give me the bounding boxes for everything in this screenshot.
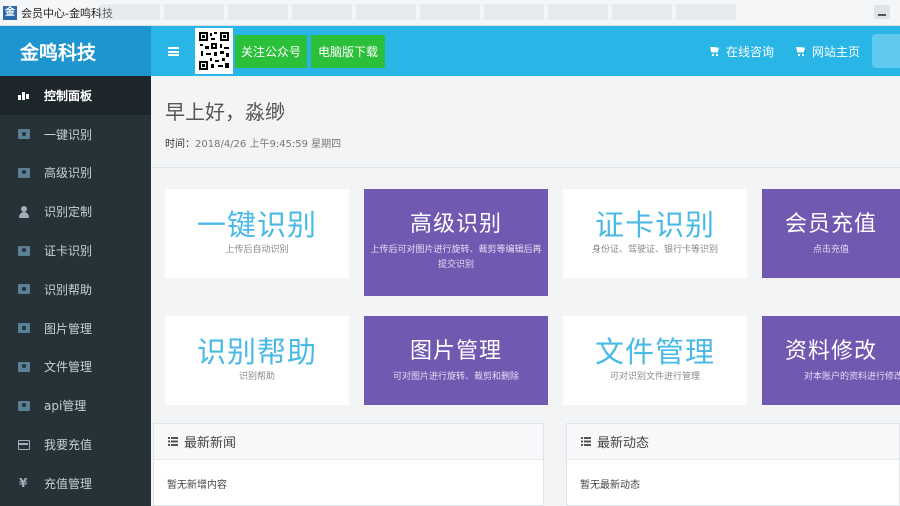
sidebar-item-label: 充值管理 (44, 476, 93, 491)
user-avatar-button[interactable] (872, 34, 900, 68)
tile-profile-edit[interactable]: 资料修改 对本账户的资料进行修改 (762, 316, 900, 405)
current-time: 时间：2018/4/26 上午9:45:59 星期四 (165, 135, 341, 150)
tile-recognize-help[interactable]: 识别帮助 识别帮助 (165, 316, 349, 405)
desktop-download-button[interactable]: 电脑版下载 (311, 34, 385, 68)
list-icon (168, 437, 178, 446)
news-panel: 最新新闻 暂无新增内容 (153, 423, 544, 506)
tile-subtitle: 对本账户的资料进行修改 (804, 372, 900, 382)
activity-empty-text: 暂无最新动态 (580, 480, 640, 491)
greeting-heading: 早上好，淼缈 (165, 100, 285, 124)
sidebar-item-card-recognize[interactable]: 证卡识别 (0, 231, 151, 270)
follow-wechat-button[interactable]: 关注公众号 (235, 34, 307, 68)
sidebar-item-custom-recognize[interactable]: 识别定制 (0, 192, 151, 231)
qr-code-image (195, 28, 233, 74)
activity-panel: 最新动态 暂无最新动态 (566, 423, 900, 506)
online-consult-label: 在线咨询 (725, 44, 774, 59)
window-titlebar: 金 会员中心-金鸣科技 (0, 0, 900, 26)
sidebar: 控制面板 一键识别 高级识别 识别定制 证卡识别 识别帮助 图片管理 文件管理 … (0, 76, 151, 506)
cart-icon (710, 47, 720, 56)
news-panel-title: 最新新闻 (184, 436, 237, 451)
sidebar-item-label: 文件管理 (44, 360, 93, 375)
sidebar-item-advanced-recognize[interactable]: 高级识别 (0, 154, 151, 193)
tile-title: 文件管理 (594, 335, 715, 369)
money-icon (18, 284, 30, 295)
top-links: 在线咨询 网站主页 (710, 26, 860, 76)
homepage-label: 网站主页 (811, 44, 860, 59)
tile-title: 证卡识别 (594, 208, 715, 242)
tile-advanced-recognize[interactable]: 高级识别 上传后可对图片进行旋转、裁剪等编辑后再提交识别 (364, 189, 548, 296)
time-value: 2018/4/26 上午9:45:59 星期四 (195, 139, 342, 150)
credit-card-icon (18, 439, 30, 450)
tile-member-recharge[interactable]: 会员充值 点击充值 (762, 189, 900, 278)
sidebar-item-api-manage[interactable]: api管理 (0, 386, 151, 425)
tile-title: 图片管理 (409, 339, 502, 364)
money-icon (18, 167, 30, 178)
sidebar-item-label: 一键识别 (44, 127, 93, 142)
sidebar-item-dashboard[interactable]: 控制面板 (0, 76, 151, 115)
yen-icon (18, 477, 30, 489)
homepage-link[interactable]: 网站主页 (796, 43, 860, 60)
sidebar-item-label: 识别帮助 (44, 282, 93, 297)
top-navbar: 关注公众号 电脑版下载 在线咨询 网站主页 (151, 26, 900, 76)
cart-icon (796, 47, 806, 56)
money-icon (18, 129, 30, 140)
sidebar-item-label: 识别定制 (44, 205, 93, 220)
tile-subtitle: 可对识别文件进行管理 (609, 372, 700, 382)
sidebar-item-recharge[interactable]: 我要充值 (0, 425, 151, 464)
sidebar-item-label: 我要充值 (44, 438, 93, 453)
news-panel-header: 最新新闻 (154, 424, 543, 460)
tile-subtitle: 点击充值 (812, 245, 849, 255)
tile-subtitle: 上传后可对图片进行旋转、裁剪等编辑后再提交识别 (370, 245, 542, 270)
tile-title: 会员充值 (784, 212, 877, 237)
list-icon (581, 437, 591, 446)
activity-panel-header: 最新动态 (567, 424, 899, 460)
tile-title: 识别帮助 (196, 335, 317, 369)
tile-title: 高级识别 (409, 212, 502, 237)
tile-title: 一键识别 (196, 208, 317, 242)
tile-subtitle: 上传后自动识别 (225, 245, 289, 255)
tile-subtitle: 识别帮助 (238, 372, 275, 382)
tile-file-manage[interactable]: 文件管理 可对识别文件进行管理 (563, 316, 747, 405)
sidebar-item-label: 高级识别 (44, 166, 93, 181)
money-icon (18, 323, 30, 334)
sidebar-item-recharge-manage[interactable]: 充值管理 (0, 464, 151, 503)
sidebar-item-image-manage[interactable]: 图片管理 (0, 309, 151, 348)
tile-image-manage[interactable]: 图片管理 可对图片进行旋转、裁剪和删除 (364, 316, 548, 405)
money-icon (18, 400, 30, 411)
minimize-button[interactable] (874, 5, 890, 19)
sidebar-item-label: 图片管理 (44, 321, 93, 336)
tile-card-recognize[interactable]: 证卡识别 身份证、驾驶证、银行卡等识别 (563, 189, 747, 278)
news-empty-text: 暂无新增内容 (167, 480, 227, 491)
header-divider (151, 167, 900, 168)
tile-title: 资料修改 (784, 339, 877, 364)
app-logo-icon: 金 (3, 5, 17, 20)
money-icon (18, 361, 30, 372)
brand-logo[interactable]: 金鸣科技 (0, 26, 151, 76)
tile-quick-recognize[interactable]: 一键识别 上传后自动识别 (165, 189, 349, 278)
hamburger-icon (167, 46, 179, 56)
activity-panel-title: 最新动态 (597, 436, 650, 451)
tile-subtitle: 身份证、驾驶证、银行卡等识别 (591, 245, 718, 255)
time-label: 时间： (165, 139, 195, 150)
sidebar-item-quick-recognize[interactable]: 一键识别 (0, 115, 151, 154)
main-content: 早上好，淼缈 时间：2018/4/26 上午9:45:59 星期四 一键识别 上… (151, 76, 900, 506)
sidebar-item-label: api管理 (44, 399, 87, 414)
money-icon (18, 245, 30, 256)
sidebar-item-recognize-help[interactable]: 识别帮助 (0, 270, 151, 309)
user-icon (18, 205, 30, 218)
background-tabs (100, 4, 736, 20)
sidebar-item-label: 证卡识别 (44, 244, 93, 259)
bar-chart-icon (18, 90, 30, 101)
online-consult-link[interactable]: 在线咨询 (710, 43, 774, 60)
sidebar-item-file-manage[interactable]: 文件管理 (0, 348, 151, 387)
sidebar-item-label: 控制面板 (44, 88, 93, 103)
tile-subtitle: 可对图片进行旋转、裁剪和删除 (392, 372, 519, 382)
menu-toggle-button[interactable] (151, 26, 195, 76)
